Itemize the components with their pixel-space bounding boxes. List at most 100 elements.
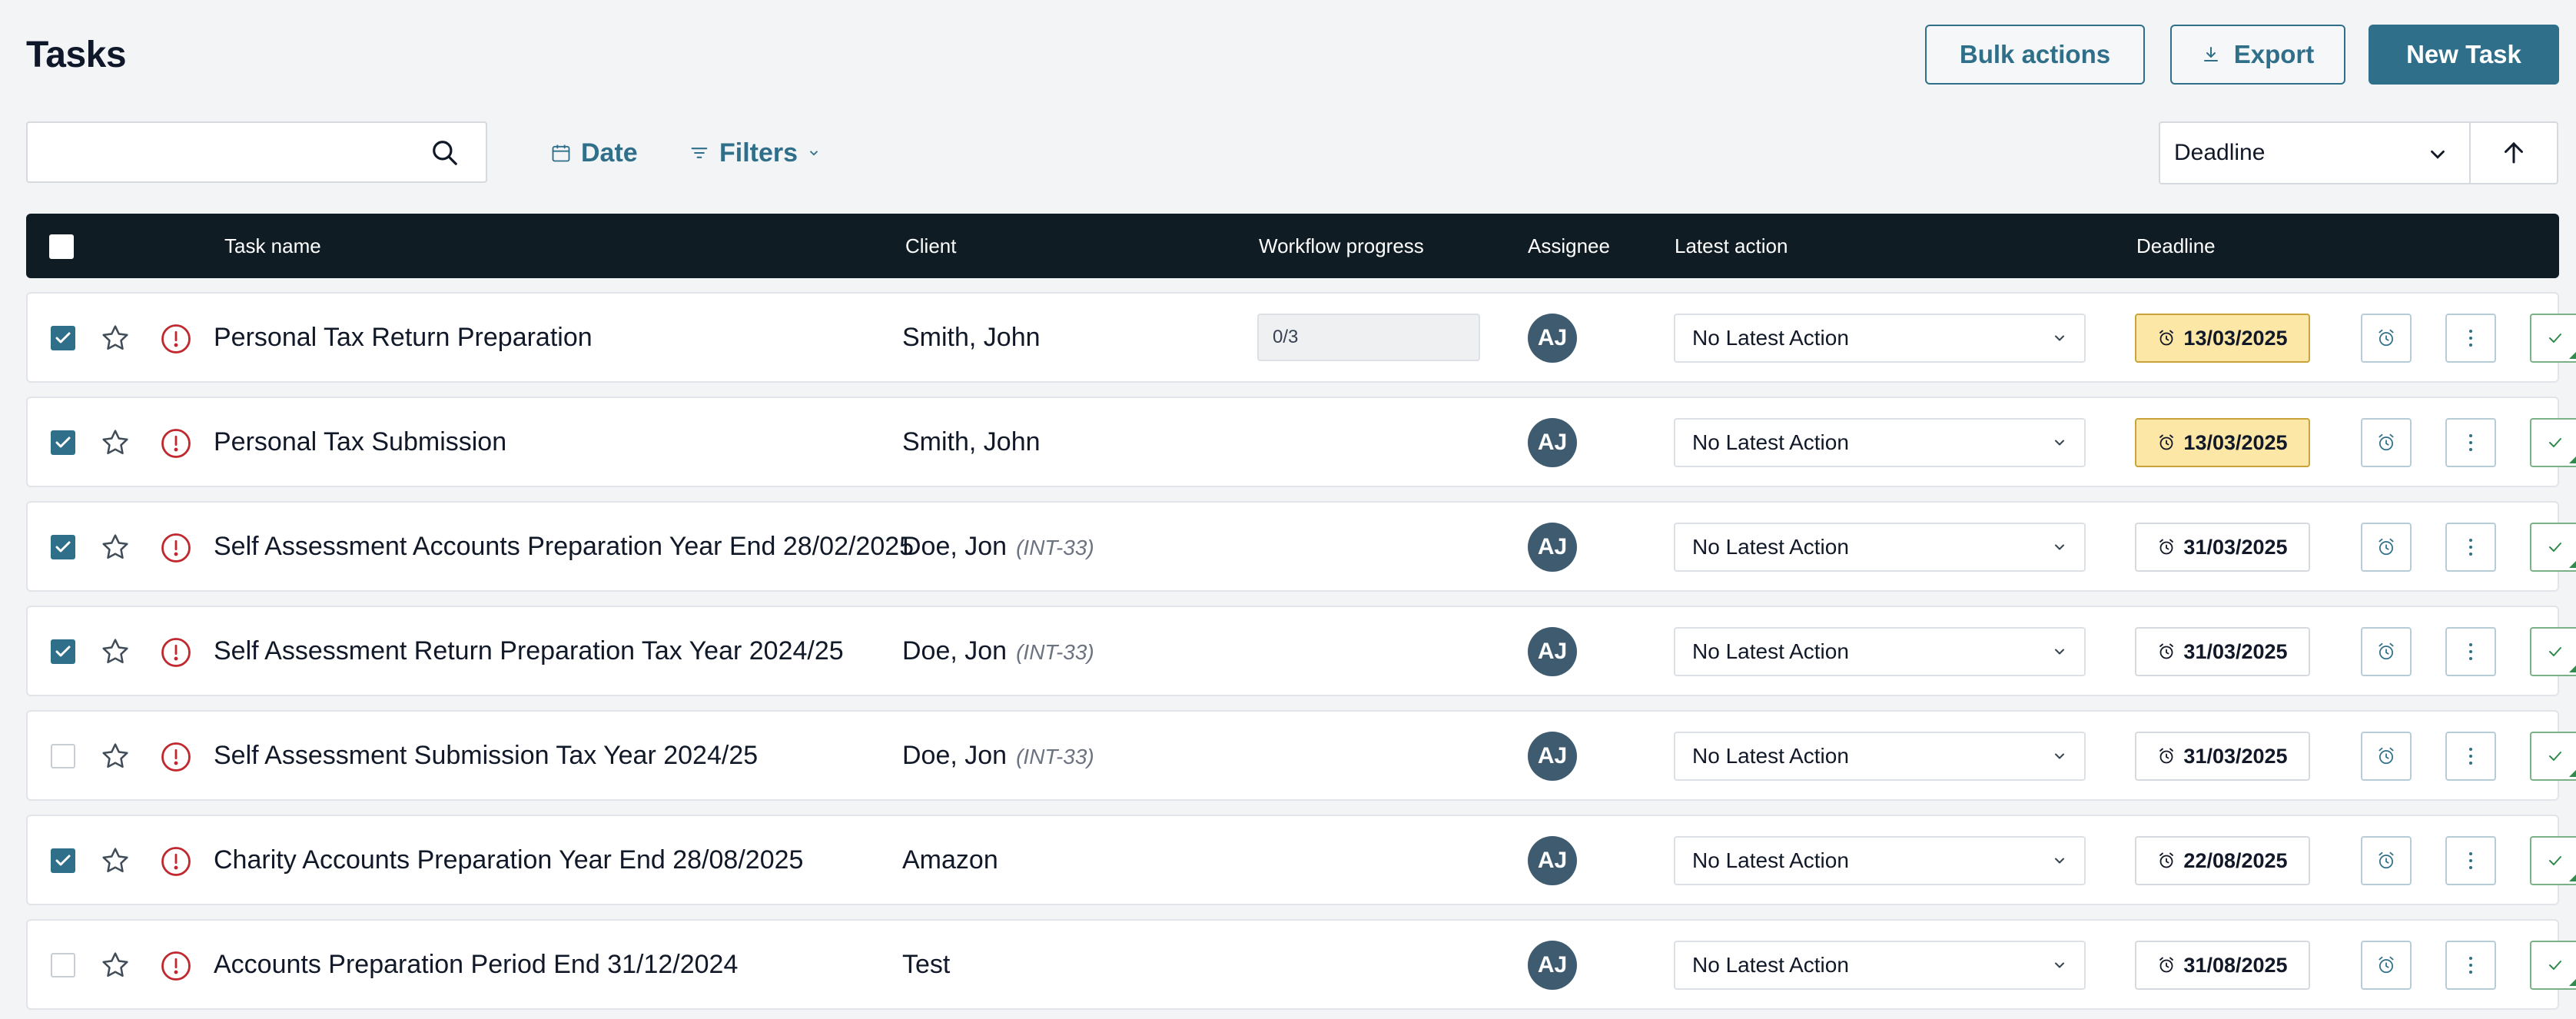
row-checkbox[interactable] [51, 326, 75, 350]
star-icon[interactable] [100, 950, 131, 981]
column-client[interactable]: Client [905, 214, 956, 278]
star-icon[interactable] [100, 532, 131, 563]
latest-action-select[interactable]: No Latest Action [1674, 941, 2086, 990]
sort-direction-button[interactable] [2469, 121, 2558, 184]
table-row[interactable]: Charity Accounts Preparation Year End 28… [26, 815, 2576, 905]
latest-action-select[interactable]: No Latest Action [1674, 314, 2086, 363]
star-icon[interactable] [100, 741, 131, 772]
avatar[interactable]: AJ [1528, 836, 1577, 885]
set-reminder-button[interactable] [2361, 732, 2412, 781]
latest-action-select[interactable]: No Latest Action [1674, 836, 2086, 885]
client-name[interactable]: Amazon [902, 816, 998, 904]
latest-action-value: No Latest Action [1692, 430, 1849, 454]
task-name[interactable]: Self Assessment Accounts Preparation Yea… [214, 503, 914, 590]
table-row[interactable]: Accounts Preparation Period End 31/12/20… [26, 919, 2576, 1010]
deadline-badge[interactable]: 31/03/2025 [2135, 627, 2310, 676]
star-icon[interactable] [100, 427, 131, 458]
more-options-button[interactable] [2445, 941, 2496, 990]
client-name[interactable]: Doe, Jon (INT-33) [902, 607, 1094, 696]
table-row[interactable]: Self Assessment Accounts Preparation Yea… [26, 501, 2576, 592]
deadline-badge[interactable]: 13/03/2025 [2135, 418, 2310, 467]
client-name[interactable]: Smith, John [902, 398, 1041, 486]
row-checkbox[interactable] [51, 953, 75, 978]
export-button[interactable]: Export [2170, 25, 2345, 85]
search-input[interactable] [29, 124, 398, 180]
star-icon[interactable] [100, 636, 131, 667]
column-assignee[interactable]: Assignee [1528, 214, 1610, 278]
column-deadline[interactable]: Deadline [2136, 214, 2216, 278]
avatar[interactable]: AJ [1528, 941, 1577, 990]
column-latest-action[interactable]: Latest action [1675, 214, 1788, 278]
select-all-checkbox[interactable] [49, 234, 74, 259]
more-options-button[interactable] [2445, 836, 2496, 885]
more-options-button[interactable] [2445, 627, 2496, 676]
deadline-badge[interactable]: 31/03/2025 [2135, 732, 2310, 781]
more-options-button[interactable] [2445, 732, 2496, 781]
table-row[interactable]: Self Assessment Return Preparation Tax Y… [26, 606, 2576, 696]
avatar[interactable]: AJ [1528, 418, 1577, 467]
table-row[interactable]: Self Assessment Submission Tax Year 2024… [26, 710, 2576, 801]
search-icon[interactable] [430, 138, 460, 168]
complete-task-button[interactable] [2530, 941, 2576, 990]
client-name[interactable]: Doe, Jon (INT-33) [902, 503, 1094, 592]
set-reminder-button[interactable] [2361, 627, 2412, 676]
alarm-clock-icon [2378, 433, 2394, 451]
star-icon[interactable] [100, 323, 131, 353]
column-task-name[interactable]: Task name [224, 214, 321, 278]
task-name[interactable]: Personal Tax Submission [214, 398, 506, 486]
avatar[interactable]: AJ [1528, 627, 1577, 676]
complete-task-button[interactable] [2530, 314, 2576, 363]
latest-action-select[interactable]: No Latest Action [1674, 732, 2086, 781]
deadline-badge[interactable]: 13/03/2025 [2135, 314, 2310, 363]
more-options-button[interactable] [2445, 314, 2496, 363]
set-reminder-button[interactable] [2361, 418, 2412, 467]
complete-task-button[interactable] [2530, 418, 2576, 467]
set-reminder-button[interactable] [2361, 836, 2412, 885]
task-name[interactable]: Self Assessment Return Preparation Tax Y… [214, 607, 844, 695]
latest-action-select[interactable]: No Latest Action [1674, 627, 2086, 676]
table-row[interactable]: Personal Tax Return Preparation Smith, Jo… [26, 292, 2576, 383]
more-vertical-icon [2469, 434, 2472, 451]
table-row[interactable]: Personal Tax Submission Smith, John AJ No L… [26, 397, 2576, 487]
set-reminder-button[interactable] [2361, 941, 2412, 990]
latest-action-select[interactable]: No Latest Action [1674, 523, 2086, 572]
task-name[interactable]: Self Assessment Submission Tax Year 2024… [214, 712, 758, 799]
date-filter-button[interactable]: Date [550, 135, 638, 171]
complete-task-button[interactable] [2530, 627, 2576, 676]
latest-action-select[interactable]: No Latest Action [1674, 418, 2086, 467]
row-checkbox[interactable] [51, 430, 75, 455]
avatar[interactable]: AJ [1528, 523, 1577, 572]
avatar[interactable]: AJ [1528, 732, 1577, 781]
row-checkbox[interactable] [51, 848, 75, 873]
client-name[interactable]: Doe, Jon (INT-33) [902, 712, 1094, 801]
more-options-button[interactable] [2445, 523, 2496, 572]
sort-by-select[interactable]: Deadline [2159, 121, 2471, 184]
row-checkbox[interactable] [51, 535, 75, 559]
deadline-badge[interactable]: 31/03/2025 [2135, 523, 2310, 572]
task-name[interactable]: Accounts Preparation Period End 31/12/20… [214, 921, 738, 1008]
bulk-actions-button[interactable]: Bulk actions [1925, 25, 2145, 85]
deadline-badge[interactable]: 22/08/2025 [2135, 836, 2310, 885]
complete-task-button[interactable] [2530, 732, 2576, 781]
avatar[interactable]: AJ [1528, 314, 1577, 363]
workflow-progress[interactable]: 0/3 [1257, 314, 1480, 361]
set-reminder-button[interactable] [2361, 314, 2412, 363]
alert-circle-icon [161, 533, 191, 563]
row-checkbox[interactable] [51, 639, 75, 664]
set-reminder-button[interactable] [2361, 523, 2412, 572]
star-icon[interactable] [100, 845, 131, 876]
task-name[interactable]: Personal Tax Return Preparation [214, 294, 593, 381]
more-options-button[interactable] [2445, 418, 2496, 467]
client-label: Test [902, 950, 951, 979]
task-name[interactable]: Charity Accounts Preparation Year End 28… [214, 816, 803, 904]
filters-button[interactable]: Filters [689, 135, 821, 171]
status-corner [2569, 665, 2576, 672]
client-name[interactable]: Test [902, 921, 950, 1008]
row-checkbox[interactable] [51, 744, 75, 768]
new-task-button[interactable]: New Task [2369, 25, 2559, 85]
deadline-badge[interactable]: 31/08/2025 [2135, 941, 2310, 990]
complete-task-button[interactable] [2530, 836, 2576, 885]
complete-task-button[interactable] [2530, 523, 2576, 572]
column-workflow-progress[interactable]: Workflow progress [1259, 214, 1424, 278]
client-name[interactable]: Smith, John [902, 294, 1041, 381]
